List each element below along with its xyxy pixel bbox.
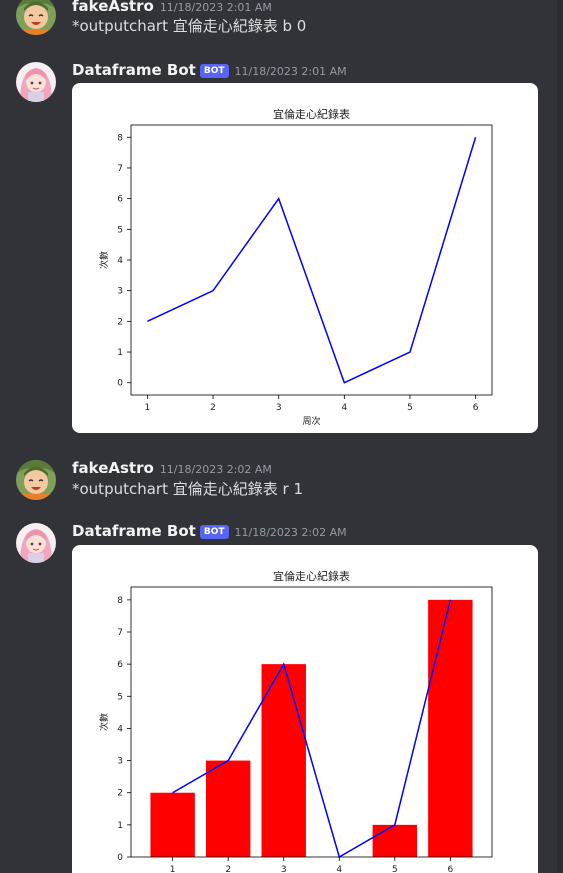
- bot-badge: BOT: [199, 64, 229, 78]
- line-chart: 宜倫走心紀錄表 1 2 3 4 5 6 0 1 2 3 4 5 6 7 8 周次 次數: [98, 107, 493, 427]
- author-name[interactable]: fakeAstro: [72, 459, 154, 477]
- x-tick-label: 6: [447, 865, 453, 873]
- avatar-image: [16, 460, 56, 500]
- avatar-image: [16, 0, 56, 35]
- x-tick-label: 2: [225, 865, 231, 873]
- author-name[interactable]: Dataframe Bot: [72, 61, 196, 79]
- x-tick-label: 1: [170, 865, 176, 873]
- x-tick-label: 4: [341, 403, 347, 413]
- series-line: [147, 137, 477, 384]
- chart-title: 宜倫走心紀錄表: [273, 107, 350, 121]
- bar-line-chart: 宜倫走心紀錄表 1 2 3 4 5 6 0 1 2 3 4 5 6 7 8 次數: [98, 569, 493, 873]
- x-tick-label: 2: [210, 403, 216, 413]
- y-tick-label: 6: [117, 660, 123, 670]
- chart-bar: [150, 792, 195, 857]
- timestamp: 11/18/2023 2:02 AM: [234, 526, 347, 539]
- chart-title: 宜倫走心紀錄表: [273, 569, 350, 583]
- timestamp: 11/18/2023 2:01 AM: [234, 65, 347, 78]
- y-tick-label: 8: [117, 133, 123, 143]
- x-tick-label: 1: [145, 403, 151, 413]
- y-tick-label: 5: [117, 692, 123, 702]
- message-header: fakeAstro 11/18/2023 2:02 AM: [72, 458, 272, 480]
- avatar-image: [16, 62, 56, 102]
- y-tick-label: 5: [117, 225, 123, 235]
- avatar[interactable]: [16, 460, 56, 500]
- scrollbar-track[interactable]: [557, 0, 563, 873]
- y-axis-label: 次數: [98, 251, 110, 269]
- x-tick-label: 5: [392, 865, 398, 873]
- message-header: Dataframe Bot BOT 11/18/2023 2:01 AM: [72, 60, 347, 82]
- author-name[interactable]: Dataframe Bot: [72, 522, 196, 540]
- y-tick-label: 3: [117, 287, 123, 297]
- chart-bar: [261, 664, 306, 857]
- y-axis-label: 次數: [98, 713, 110, 731]
- y-tick-label: 2: [117, 789, 123, 799]
- y-tick-label: 3: [117, 757, 123, 767]
- y-tick-label: 0: [117, 853, 123, 863]
- avatar[interactable]: [16, 62, 56, 102]
- y-tick-label: 1: [117, 348, 123, 358]
- x-tick-label: 5: [407, 403, 413, 413]
- x-axis-label: 周次: [302, 415, 320, 427]
- chart-attachment[interactable]: 宜倫走心紀錄表 1 2 3 4 5 6 0 1 2 3 4 5 6 7 8 次數: [72, 545, 538, 873]
- y-tick-label: 4: [117, 724, 123, 734]
- y-tick-label: 1: [117, 821, 123, 831]
- x-tick-label: 6: [473, 403, 479, 413]
- author-name[interactable]: fakeAstro: [72, 0, 154, 15]
- avatar[interactable]: [16, 0, 56, 35]
- chart-bar: [428, 599, 473, 857]
- chart-attachment[interactable]: 宜倫走心紀錄表 1 2 3 4 5 6 0 1 2 3 4 5 6 7 8 周次 次數: [72, 83, 538, 433]
- y-tick-label: 8: [117, 596, 123, 606]
- y-tick-label: 6: [117, 195, 123, 205]
- bot-badge: BOT: [199, 525, 229, 539]
- message-header: Dataframe Bot BOT 11/18/2023 2:02 AM: [72, 521, 347, 543]
- x-tick-label: 4: [336, 865, 342, 873]
- x-tick-label: 3: [276, 403, 282, 413]
- timestamp: 11/18/2023 2:02 AM: [159, 463, 272, 476]
- y-tick-label: 2: [117, 317, 123, 327]
- y-tick-label: 7: [117, 628, 123, 638]
- chat-view: fakeAstro 11/18/2023 2:01 AM *outputchart…: [0, 0, 563, 873]
- timestamp: 11/18/2023 2:01 AM: [159, 1, 272, 14]
- y-tick-label: 7: [117, 164, 123, 174]
- y-tick-label: 4: [117, 256, 123, 266]
- chart-bar: [372, 824, 418, 857]
- x-tick-label: 3: [281, 865, 287, 873]
- y-tick-label: 0: [117, 379, 123, 389]
- message-text: *outputchart 宜倫走心紀錄表 r 1: [72, 480, 303, 498]
- avatar[interactable]: [16, 523, 56, 563]
- avatar-image: [16, 523, 56, 563]
- chart-bar: [205, 760, 251, 857]
- message-text: *outputchart 宜倫走心紀錄表 b 0: [72, 17, 307, 35]
